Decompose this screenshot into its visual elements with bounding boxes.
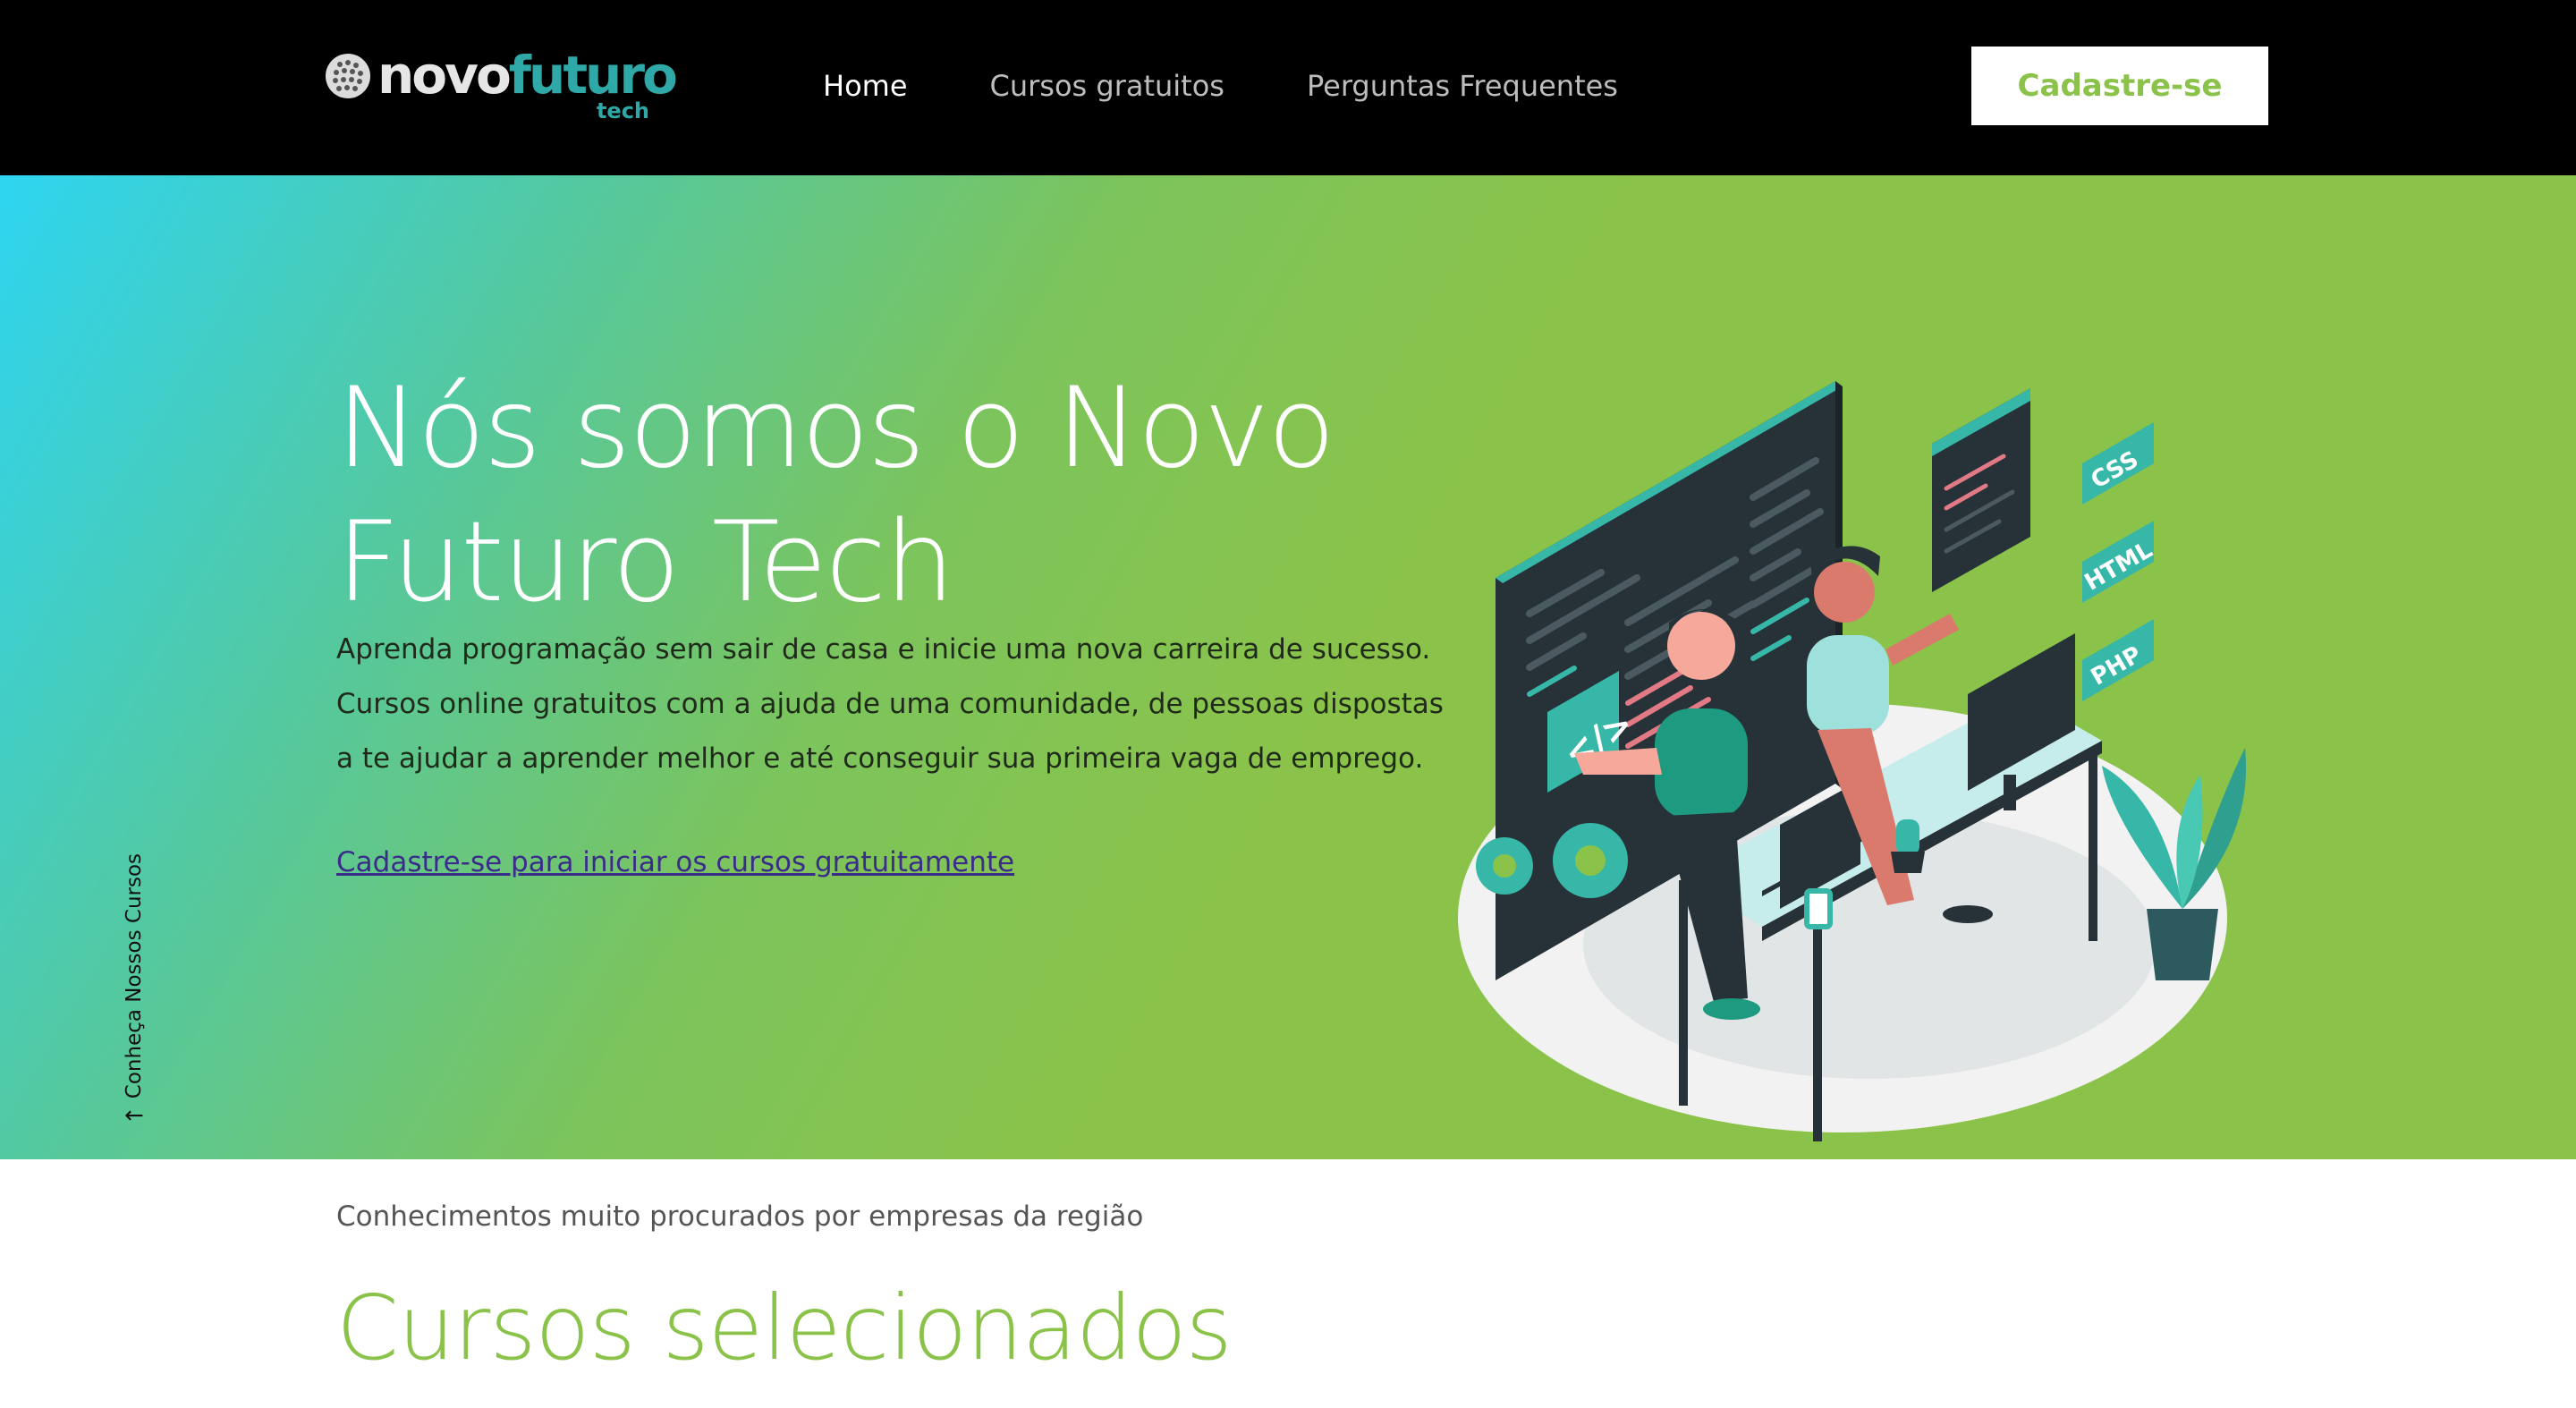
scroll-hint[interactable]: → Conheça Nossos Cursos [113,848,156,1130]
tech-badges: CSS HTML PHP [2080,422,2157,701]
brand-logo[interactable]: novofuturo tech [324,45,678,125]
arrow-down-icon: → [124,1102,144,1130]
signup-button[interactable]: Cadastre-se [1971,47,2268,125]
code-panel [1932,388,2030,592]
courses-title: Cursos selecionados [336,1276,1233,1380]
signup-courses-link[interactable]: Cadastre-se para iniciar os cursos gratu… [336,841,1014,884]
brand-name-part1: novo [377,45,512,106]
nav-item-free-courses[interactable]: Cursos gratuitos [990,63,1224,109]
hero-title: Nós somos o Novo Futuro Tech [336,364,1335,627]
main-nav: Home Cursos gratuitos Perguntas Frequent… [823,63,1618,109]
hero-description: Aprenda programação sem sair de casa e i… [336,633,1444,775]
nav-item-home[interactable]: Home [823,63,908,109]
brand-tagline: tech [596,98,649,123]
navbar: novofuturo tech Home Cursos gratuitos Pe… [0,0,2576,175]
courses-kicker: Conhecimentos muito procurados por empre… [336,1200,1144,1233]
coffee-cup [1804,888,1833,929]
scroll-hint-label: Conheça Nossos Cursos [123,852,146,1099]
brand-name-part2: futuro [508,45,678,106]
globe-icon [326,54,370,98]
hero-section: Nós somos o Novo Futuro Tech Aprenda pro… [0,175,2576,1159]
nav-item-faq[interactable]: Perguntas Frequentes [1307,63,1618,109]
developers-illustration: </> CSS HTML PHP [1458,381,2247,1141]
